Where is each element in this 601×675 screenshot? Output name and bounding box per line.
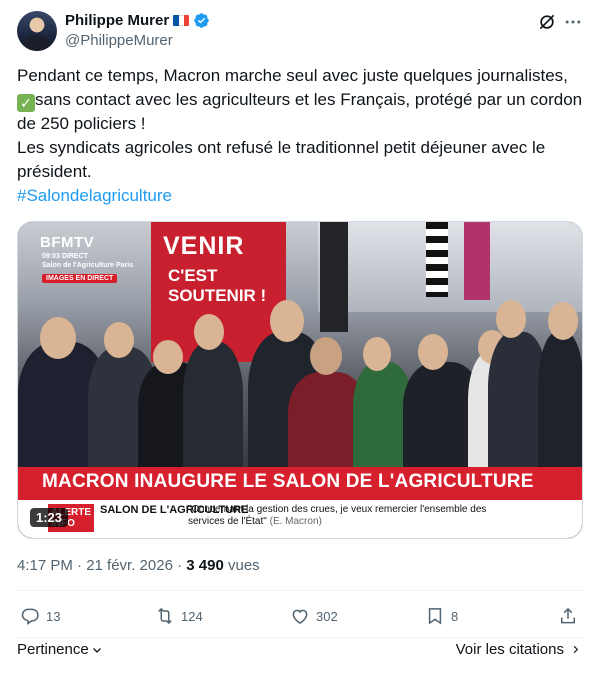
person-head <box>104 322 134 358</box>
france-flag-icon <box>173 15 190 26</box>
reply-button[interactable]: 13 <box>20 606 60 626</box>
tweet-timestamp[interactable]: 4:17 PM · 21 févr. 2026 · <box>17 557 186 574</box>
check-mark-icon: ✓ <box>17 94 35 112</box>
heart-icon <box>292 609 308 624</box>
video-duration: 1:23 <box>30 508 69 527</box>
pillar <box>320 222 348 332</box>
bfmtv-logo: BFMTV <box>40 234 95 251</box>
headline-bar: MACRON INAUGURE LE SALON DE L'AGRICULTUR… <box>18 467 582 500</box>
channel-location: Salon de l'Agriculture Paris <box>42 262 134 269</box>
sort-dropdown[interactable]: Pertinence <box>17 641 103 658</box>
views-label: vues <box>223 557 260 574</box>
tweet-header: Philippe Murer @PhilippeMurer <box>17 10 585 52</box>
share-icon <box>561 607 575 624</box>
person-head <box>548 302 578 340</box>
repost-icon <box>158 607 172 625</box>
hashtag-link[interactable]: #Salondelagriculture <box>17 186 172 205</box>
chevron-down-icon <box>92 647 101 653</box>
banner-subtitle-line-2: SOUTENIR ! <box>168 286 267 305</box>
repost-button[interactable]: 124 <box>155 606 203 626</box>
live-badge: IMAGES EN DIRECT <box>42 274 118 283</box>
person-head <box>496 300 526 338</box>
reply-count: 13 <box>46 608 61 624</box>
quote-text: "Concernant la gestion des crues, je veu… <box>188 504 487 527</box>
like-button[interactable]: 302 <box>290 606 338 626</box>
person <box>538 332 582 472</box>
person-head <box>310 337 342 375</box>
view-quotes-link[interactable]: Voir les citations <box>456 641 581 658</box>
chevron-right-icon <box>573 645 579 654</box>
sort-label: Pertinence <box>17 641 89 658</box>
grok-icon[interactable] <box>537 12 557 32</box>
person-head <box>40 317 76 359</box>
bookmark-count: 8 <box>451 608 459 624</box>
tweet-line-1: Pendant ce temps, Macron marche seul ave… <box>17 66 568 85</box>
author-name[interactable]: Philippe Murer <box>65 12 169 29</box>
lower-third: ALERTE INFO SALON DE L'AGRICULTURE "Conc… <box>18 500 582 538</box>
person-head <box>194 314 224 350</box>
quotes-label: Voir les citations <box>455 641 564 658</box>
banner-subtitle-line-1: C'EST <box>168 266 218 285</box>
pink-banner <box>464 222 490 300</box>
tweet-line-2: sans contact avec les agriculteurs et le… <box>17 90 583 133</box>
author-handle[interactable]: @PhilippeMurer <box>65 32 173 49</box>
divider <box>17 637 583 638</box>
repost-count: 124 <box>181 608 203 624</box>
person-head <box>363 337 391 371</box>
lower-third-quote: "Concernant la gestion des crues, je veu… <box>188 504 488 528</box>
view-count: 3 490 <box>186 557 224 574</box>
bookmark-icon <box>428 608 442 625</box>
channel-time: 09:03 <box>42 253 60 260</box>
channel-info: 09:03 DIRECT Salon de l'Agriculture Pari… <box>42 252 133 270</box>
video-player[interactable]: VENIR C'EST SOUTENIR ! BFMTV 09:03 DIREC… <box>17 221 583 539</box>
verified-badge-icon[interactable] <box>193 12 210 29</box>
author-avatar[interactable] <box>17 11 57 51</box>
channel-status: DIRECT <box>61 253 88 260</box>
reply-icon <box>21 608 39 625</box>
person-head <box>418 334 448 370</box>
headline-text: MACRON INAUGURE LE SALON DE L'AGRICULTUR… <box>42 471 534 492</box>
tweet-meta: 4:17 PM · 21 févr. 2026 · 3 490 vues <box>17 557 260 574</box>
person <box>183 342 243 472</box>
banner-title: VENIR <box>163 232 245 260</box>
action-bar: 13 124 302 8 <box>17 606 583 632</box>
bookmark-button[interactable]: 8 <box>425 606 458 626</box>
divider <box>17 590 583 591</box>
tweet-body: Pendant ce temps, Macron marche seul ave… <box>17 64 585 208</box>
like-count: 302 <box>316 608 338 624</box>
breton-flag <box>426 222 448 297</box>
quote-author: (E. Macron) <box>269 516 322 527</box>
share-button[interactable] <box>558 606 578 626</box>
tweet-line-3: Les syndicats agricoles ont refusé le tr… <box>17 138 546 181</box>
banner-subtitle: C'EST SOUTENIR ! <box>168 266 266 306</box>
person-head <box>153 340 183 374</box>
author-name-row: Philippe Murer <box>65 12 210 29</box>
more-options-icon[interactable] <box>563 12 583 32</box>
person-head <box>270 300 304 342</box>
hall-ceiling <box>318 222 582 312</box>
